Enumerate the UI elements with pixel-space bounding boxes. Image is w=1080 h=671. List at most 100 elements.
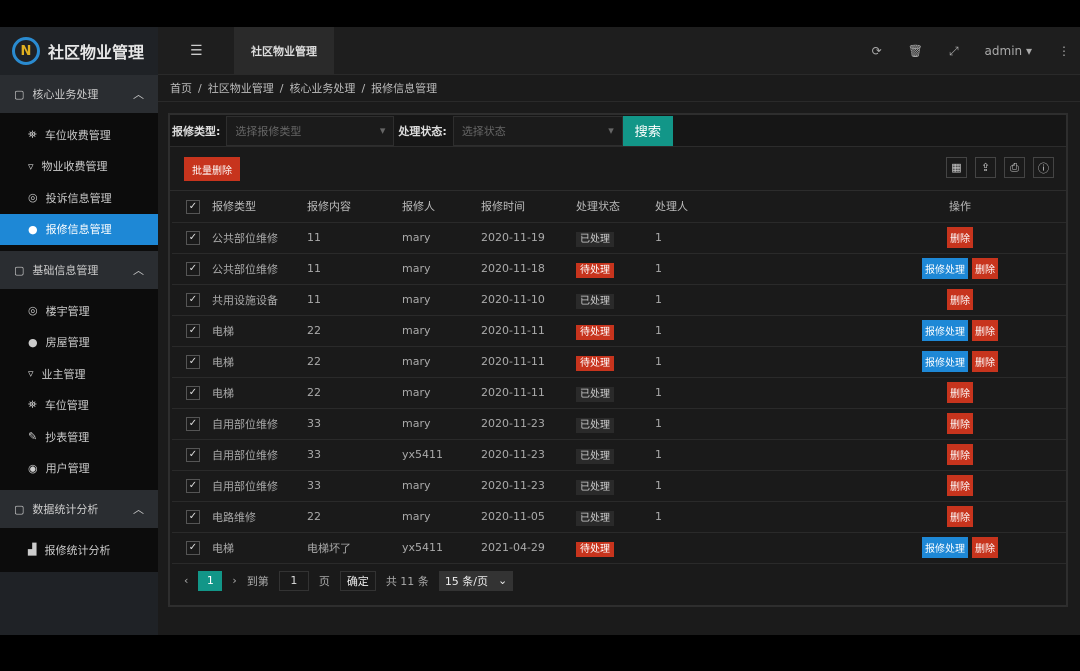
delete-button[interactable]: 删除 xyxy=(947,382,973,403)
cell: 2020-11-19 xyxy=(481,222,576,254)
table-row: ✓ 电梯 22 mary 2020-11-11 已处理 1 删除 xyxy=(172,377,1066,409)
column-header: 报修人 xyxy=(402,191,481,223)
sidebar-item[interactable]: ▿ 物业收费管理 xyxy=(0,151,158,183)
row-checkbox[interactable]: ✓ xyxy=(186,540,200,555)
total-count: 共 11 条 xyxy=(385,574,429,588)
delete-button[interactable]: 删除 xyxy=(947,506,973,527)
next-page-icon[interactable]: › xyxy=(232,574,236,587)
group-icon: ▢ xyxy=(14,263,25,277)
process-button[interactable]: 报修处理 xyxy=(922,537,968,558)
prev-page-icon[interactable]: ‹ xyxy=(184,574,188,587)
row-checkbox[interactable]: ✓ xyxy=(186,230,200,245)
pagination: ‹ 1 › 到第 1 页 确定 共 11 条 15 条/页 ⌄ xyxy=(170,564,1066,598)
cell: mary xyxy=(402,253,481,285)
process-button[interactable]: 报修处理 xyxy=(922,258,968,279)
row-checkbox[interactable]: ✓ xyxy=(186,323,200,338)
app: N 社区物业管理 ☰ 社区物业管理 ⟳ 🗑 ⤢ admin ▾ ⋮ ▢ 核心业务处… xyxy=(0,27,1080,635)
page-input[interactable]: 1 xyxy=(278,570,309,591)
sidebar-item-label: 报修统计分析 xyxy=(44,543,111,557)
status-placeholder: 选择状态 xyxy=(461,124,506,138)
table-row: ✓ 电路维修 22 mary 2020-11-05 已处理 1 删除 xyxy=(172,501,1066,533)
top-bar: N 社区物业管理 ☰ 社区物业管理 ⟳ 🗑 ⤢ admin ▾ ⋮ xyxy=(0,27,1080,75)
sidebar-item[interactable]: ✎ 抄表管理 xyxy=(0,421,158,453)
cell: 电梯 xyxy=(212,315,307,347)
cell: 电路维修 xyxy=(212,501,307,533)
column-header: 报修类型 xyxy=(212,191,307,223)
refresh-icon[interactable]: ⟳ xyxy=(872,44,882,58)
delete-button[interactable]: 删除 xyxy=(947,289,973,310)
info-icon[interactable]: ⓘ xyxy=(1033,157,1054,178)
delete-button[interactable]: 删除 xyxy=(972,351,998,372)
delete-button[interactable]: 删除 xyxy=(972,320,998,341)
table-row: ✓ 公共部位维修 11 mary 2020-11-18 待处理 1 报修处理 删除 xyxy=(172,253,1066,285)
row-checkbox[interactable]: ✓ xyxy=(186,261,200,276)
delete-button[interactable]: 删除 xyxy=(972,537,998,558)
cell: 11 xyxy=(307,253,402,285)
status-badge: 已处理 xyxy=(576,418,614,433)
status-badge: 已处理 xyxy=(576,387,614,402)
delete-button[interactable]: 删除 xyxy=(972,258,998,279)
fullscreen-icon[interactable]: ⤢ xyxy=(949,44,959,59)
status-label: 处理状态: xyxy=(398,124,447,138)
search-button[interactable]: 搜索 xyxy=(622,115,673,146)
group-icon: ▢ xyxy=(14,502,25,516)
delete-button[interactable]: 删除 xyxy=(947,413,973,434)
row-checkbox[interactable]: ✓ xyxy=(186,416,200,431)
sidebar-item[interactable]: ● 房屋管理 xyxy=(0,327,158,359)
user-menu[interactable]: admin ▾ xyxy=(985,44,1032,58)
chevron-up-icon: ︿ xyxy=(133,88,144,101)
sidebar-group[interactable]: ▢ 数据统计分析 ︿ xyxy=(0,490,158,528)
cell: mary xyxy=(402,408,481,440)
trash-icon[interactable]: 🗑 xyxy=(908,44,923,58)
delete-button[interactable]: 删除 xyxy=(947,444,973,465)
cell: 2020-11-23 xyxy=(481,408,576,440)
sidebar-item[interactable]: ▿ 业主管理 xyxy=(0,358,158,390)
delete-button[interactable]: 删除 xyxy=(947,475,973,496)
caret-down-icon: ▾ xyxy=(379,124,386,137)
bulk-delete-button[interactable]: 批量删除 xyxy=(184,157,240,181)
row-checkbox[interactable]: ✓ xyxy=(186,478,200,493)
sidebar-item[interactable]: ⛯ 车位管理 xyxy=(0,390,158,422)
process-button[interactable]: 报修处理 xyxy=(922,320,968,341)
breadcrumb-item[interactable]: 社区物业管理 xyxy=(208,80,274,96)
cell: 2020-11-05 xyxy=(481,501,576,533)
sidebar-item[interactable]: ● 报修信息管理 xyxy=(0,213,158,245)
more-icon[interactable]: ⋮ xyxy=(1058,44,1070,58)
column-header: 报修时间 xyxy=(481,191,576,223)
cell: 33 xyxy=(307,470,402,502)
type-placeholder: 选择报修类型 xyxy=(235,124,302,138)
status-select[interactable]: 选择状态 ▾ xyxy=(452,115,623,146)
row-checkbox[interactable]: ✓ xyxy=(186,509,200,524)
menu-item-icon: ✎ xyxy=(28,430,38,444)
columns-icon[interactable]: ▦ xyxy=(946,157,967,178)
sidebar-item[interactable]: ◎ 楼宇管理 xyxy=(0,295,158,327)
print-icon[interactable]: ⎙ xyxy=(1004,157,1025,178)
confirm-button[interactable]: 确定 xyxy=(339,570,376,591)
page-size-select[interactable]: 15 条/页 ⌄ xyxy=(438,570,514,591)
menu-toggle-icon[interactable]: ☰ xyxy=(190,43,203,59)
sidebar-item[interactable]: ◉ 用户管理 xyxy=(0,453,158,485)
type-select[interactable]: 选择报修类型 ▾ xyxy=(226,115,395,146)
process-button[interactable]: 报修处理 xyxy=(922,351,968,372)
delete-button[interactable]: 删除 xyxy=(947,227,973,248)
breadcrumb-item[interactable]: 首页 xyxy=(170,80,192,96)
tab-home[interactable]: 社区物业管理 xyxy=(234,27,334,75)
sidebar-item[interactable]: ◎ 投诉信息管理 xyxy=(0,182,158,214)
table-row: ✓ 电梯 22 mary 2020-11-11 待处理 1 报修处理 删除 xyxy=(172,346,1066,378)
row-checkbox[interactable]: ✓ xyxy=(186,385,200,400)
filter-bar: 报修类型: 选择报修类型 ▾ 处理状态: 选择状态 ▾ 搜索 xyxy=(170,115,1066,147)
breadcrumb-item[interactable]: 核心业务处理 xyxy=(289,80,355,96)
sidebar-group[interactable]: ▢ 核心业务处理 ︿ xyxy=(0,75,158,113)
sidebar-item-label: 物业收费管理 xyxy=(41,160,108,174)
cell: 11 xyxy=(307,222,402,254)
repair-table: ✓ 报修类型 报修内容 报修人 报修时间 处理状态 处理人 操作 ✓ 公共部位维修 11 mary 2… xyxy=(172,191,1066,564)
page-1[interactable]: 1 xyxy=(198,570,223,591)
sidebar-group[interactable]: ▢ 基础信息管理 ︿ xyxy=(0,251,158,289)
row-checkbox[interactable]: ✓ xyxy=(186,354,200,369)
export-icon[interactable]: ⇪ xyxy=(975,157,996,178)
row-checkbox[interactable]: ✓ xyxy=(186,447,200,462)
sidebar-item[interactable]: ⛯ 车位收费管理 xyxy=(0,119,158,151)
sidebar-item[interactable]: ▟ 报修统计分析 xyxy=(0,534,158,566)
select-all-checkbox[interactable]: ✓ xyxy=(186,199,200,214)
row-checkbox[interactable]: ✓ xyxy=(186,292,200,307)
